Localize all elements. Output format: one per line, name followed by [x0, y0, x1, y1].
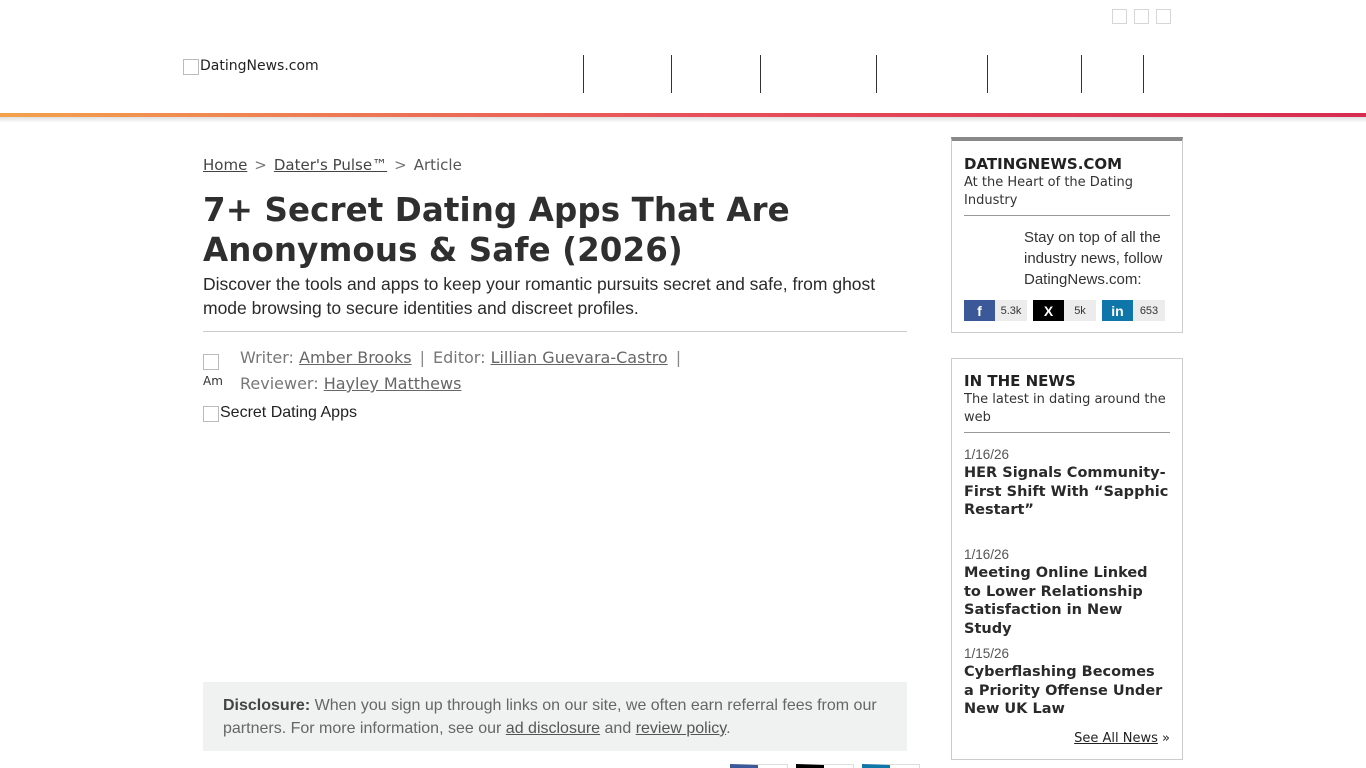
ad-disclosure-link[interactable]: ad disclosure — [506, 720, 600, 737]
disclosure-end: . — [726, 720, 731, 737]
news-item[interactable]: 1/15/26 Cyberflashing Becomes a Priority… — [964, 645, 1169, 719]
byline-separator: | — [419, 348, 425, 367]
editor-link[interactable]: Lillian Guevara-Castro — [491, 348, 668, 367]
linkedin-share-button[interactable] — [862, 764, 920, 768]
share-buttons-bottom — [730, 764, 920, 768]
breadcrumb-current: Article — [413, 156, 462, 174]
byline-separator: | — [675, 348, 682, 367]
article-title: 7+ Secret Dating Apps That Are Anonymous… — [203, 191, 790, 269]
editor-label: Editor: — [433, 348, 486, 367]
follow-box-header: DATINGNEWS.COM At the Heart of the Datin… — [964, 141, 1170, 216]
nav-separator — [1143, 55, 1144, 93]
news-box-title: IN THE NEWS — [964, 372, 1076, 390]
avatar-alt-text: Am — [203, 374, 223, 385]
linkedin-count: 653 — [1133, 300, 1165, 321]
review-policy-link[interactable]: review policy — [636, 720, 726, 737]
top-social-icon-2[interactable] — [1134, 9, 1149, 24]
hero-alt-text: Secret Dating Apps — [220, 404, 357, 421]
article-subtitle: Discover the tools and apps to keep your… — [203, 274, 876, 318]
divider — [203, 331, 907, 332]
follow-box-title: DATINGNEWS.COM — [964, 155, 1123, 173]
breadcrumb-section-link[interactable]: Dater's Pulse™ — [274, 156, 387, 174]
news-title[interactable]: Cyberflashing Becomes a Priority Offense… — [964, 663, 1169, 719]
news-date: 1/16/26 — [964, 447, 1010, 462]
reviewer-link[interactable]: Hayley Matthews — [324, 374, 462, 393]
top-social-icons — [1112, 9, 1171, 24]
author-avatar: Am — [203, 353, 235, 385]
x-count: 5k — [1064, 300, 1096, 321]
news-item[interactable]: 1/16/26 Meeting Online Linked to Lower R… — [964, 546, 1169, 638]
nav-separator — [760, 55, 761, 93]
social-follow-row: f 5.3k X 5k in 653 — [964, 300, 1165, 321]
hero-image: Secret Dating Apps — [203, 404, 357, 422]
writer-label: Writer: — [240, 348, 294, 367]
see-all-arrow: » — [1162, 731, 1170, 746]
x-share-button[interactable] — [796, 764, 854, 768]
nav-separator — [671, 55, 672, 93]
facebook-icon: f — [964, 300, 995, 321]
nav-separator — [583, 55, 584, 93]
news-box: IN THE NEWS The latest in dating around … — [951, 358, 1183, 760]
nav-separator — [876, 55, 877, 93]
broken-image-icon — [203, 406, 219, 422]
breadcrumb: Home > Dater's Pulse™ > Article — [203, 156, 462, 174]
top-social-icon-3[interactable] — [1156, 9, 1171, 24]
logo-alt-text: DatingNews.com — [200, 58, 319, 74]
reviewer-label: Reviewer: — [240, 374, 319, 393]
top-social-icon-1[interactable] — [1112, 9, 1127, 24]
news-date: 1/15/26 — [964, 646, 1010, 661]
broken-image-icon — [183, 59, 199, 75]
news-box-tagline: The latest in dating around the web — [964, 392, 1166, 425]
follow-box: DATINGNEWS.COM At the Heart of the Datin… — [951, 137, 1183, 333]
see-all-news: See All News » — [1074, 731, 1170, 746]
broken-image-icon — [203, 354, 219, 370]
facebook-follow-button[interactable]: f 5.3k — [964, 300, 1027, 321]
nav-separator — [987, 55, 988, 93]
facebook-count: 5.3k — [995, 300, 1027, 321]
follow-text: Stay on top of all the industry news, fo… — [1024, 229, 1163, 288]
disclosure-and: and — [604, 720, 632, 737]
nav-separator — [1081, 55, 1082, 93]
news-date: 1/16/26 — [964, 547, 1010, 562]
header-shadow — [0, 117, 1366, 123]
breadcrumb-home-link[interactable]: Home — [203, 156, 247, 174]
facebook-share-button[interactable] — [730, 764, 788, 768]
linkedin-follow-button[interactable]: in 653 — [1102, 300, 1165, 321]
news-item[interactable]: 1/16/26 HER Signals Community-First Shif… — [964, 446, 1169, 520]
article-bylines: Writer: Amber Brooks | Editor: Lillian Gue… — [240, 345, 710, 397]
news-box-header: IN THE NEWS The latest in dating around … — [964, 359, 1170, 433]
linkedin-icon: in — [1102, 300, 1133, 321]
breadcrumb-separator: > — [254, 156, 267, 174]
news-title[interactable]: HER Signals Community-First Shift With “… — [964, 464, 1169, 520]
news-title[interactable]: Meeting Online Linked to Lower Relations… — [964, 564, 1169, 638]
disclosure-label: Disclosure: — [223, 697, 311, 714]
site-logo[interactable]: DatingNews.com — [183, 58, 319, 75]
disclosure-box: Disclosure: When you sign up through lin… — [203, 682, 907, 751]
writer-link[interactable]: Amber Brooks — [299, 348, 412, 367]
follow-box-tagline: At the Heart of the Dating Industry — [964, 175, 1133, 208]
see-all-news-link[interactable]: See All News — [1074, 731, 1158, 746]
breadcrumb-separator: > — [394, 156, 407, 174]
x-icon: X — [1033, 300, 1064, 321]
x-follow-button[interactable]: X 5k — [1033, 300, 1096, 321]
